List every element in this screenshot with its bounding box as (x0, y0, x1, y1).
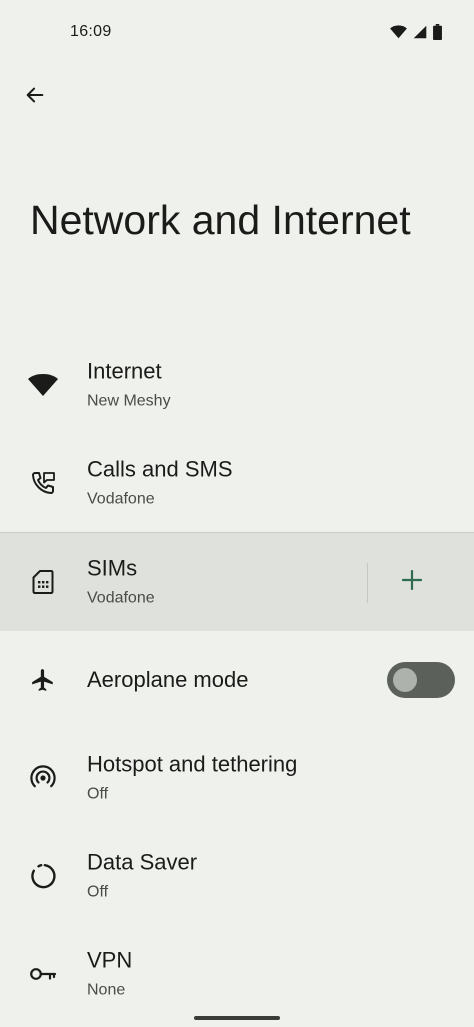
vpn-key-icon (28, 959, 58, 989)
hotspot-subtitle: Off (87, 785, 109, 803)
status-icons (390, 24, 442, 45)
data-saver-row[interactable]: Data Saver Off (0, 827, 474, 925)
aeroplane-mode-row[interactable]: Aeroplane mode (0, 631, 474, 729)
data-saver-text: Data Saver Off (87, 849, 197, 904)
sims-text: SIMs Vodafone (87, 555, 155, 610)
page-title: Network and Internet (30, 197, 411, 243)
add-sim-button[interactable] (390, 560, 434, 604)
sims-title: SIMs (87, 555, 138, 581)
status-bar: 16:09 (0, 0, 474, 64)
data-saver-title: Data Saver (87, 849, 198, 875)
internet-title: Internet (87, 358, 162, 384)
sims-divider (367, 563, 368, 603)
back-button[interactable] (14, 76, 56, 118)
calls-sms-subtitle: Vodafone (87, 490, 155, 508)
battery-icon (433, 24, 442, 45)
calls-sms-text: Calls and SMS Vodafone (87, 456, 233, 511)
vpn-subtitle: None (87, 981, 126, 999)
internet-text: Internet New Meshy (87, 358, 171, 413)
add-icon (401, 569, 423, 595)
cell-signal-icon (413, 25, 427, 44)
vpn-text: VPN None (87, 947, 132, 1002)
status-time: 16:09 (70, 23, 112, 40)
data-saver-icon (28, 861, 58, 891)
internet-subtitle: New Meshy (87, 392, 171, 410)
vpn-row[interactable]: VPN None (0, 925, 474, 1023)
gesture-nav-handle[interactable] (194, 1016, 280, 1020)
sims-subtitle: Vodafone (87, 589, 155, 607)
aeroplane-mode-toggle[interactable] (387, 662, 455, 698)
wifi-icon (390, 25, 407, 44)
sim-card-icon (28, 567, 58, 597)
vpn-title: VPN (87, 947, 133, 973)
wifi-icon (28, 370, 58, 400)
hotspot-row[interactable]: Hotspot and tethering Off (0, 729, 474, 827)
hotspot-text: Hotspot and tethering Off (87, 751, 297, 806)
airplane-icon (28, 665, 58, 695)
aeroplane-mode-title: Aeroplane mode (87, 667, 249, 692)
calls-sms-icon (28, 468, 58, 498)
hotspot-icon (28, 763, 58, 793)
data-saver-subtitle: Off (87, 883, 109, 901)
calls-sms-title: Calls and SMS (87, 456, 233, 482)
arrow-back-icon (24, 84, 46, 111)
toggle-thumb (393, 668, 417, 692)
settings-list: Internet New Meshy Calls and SMS Vodafon… (0, 336, 474, 1023)
hotspot-title: Hotspot and tethering (87, 751, 298, 777)
calls-sms-row[interactable]: Calls and SMS Vodafone (0, 434, 474, 532)
aeroplane-mode-text: Aeroplane mode (87, 666, 248, 694)
internet-row[interactable]: Internet New Meshy (0, 336, 474, 434)
sims-row[interactable]: SIMs Vodafone (0, 532, 474, 631)
